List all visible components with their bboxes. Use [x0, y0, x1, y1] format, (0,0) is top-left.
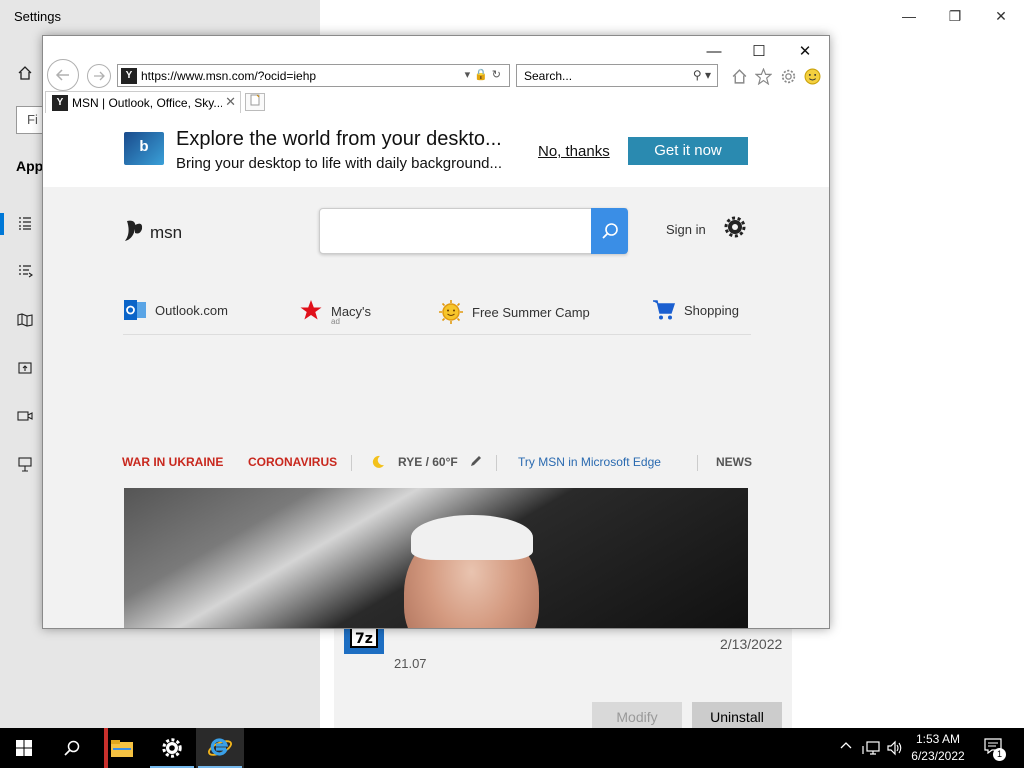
internet-explorer-icon: [208, 738, 232, 756]
banner-title: Explore the world from your deskto...: [176, 128, 502, 150]
nav-war-in-ukraine[interactable]: WAR IN UKRAINE: [122, 455, 223, 469]
show-hidden-icons[interactable]: [840, 740, 852, 755]
ie-browser-window: — ☐ ✕ Y https://www.msn.com/?ocid=iehp ▾…: [42, 35, 830, 629]
windows-logo-icon: [16, 740, 32, 756]
tab-title: MSN | Outlook, Office, Sky...: [72, 96, 222, 110]
edit-pencil-icon[interactable]: [469, 455, 483, 471]
settings-taskbar-button[interactable]: [148, 728, 196, 768]
gear-icon: [162, 738, 182, 758]
default-apps-icon[interactable]: [15, 261, 35, 281]
msn-favicon-icon: Y: [121, 68, 137, 84]
msn-search-input[interactable]: [319, 208, 627, 254]
quick-link-shopping[interactable]: Shopping: [652, 299, 739, 321]
msn-logo[interactable]: msn: [123, 217, 182, 249]
red-marker: [104, 728, 108, 768]
folder-icon: [111, 740, 133, 757]
quick-link-label: Outlook.com: [155, 302, 228, 318]
clock-time: 1:53 AM: [915, 732, 961, 746]
msn-page: msn Sign in Outlook.com Macy's ad Free S…: [43, 187, 829, 628]
settings-gear-icon[interactable]: [724, 216, 746, 244]
notification-count-badge: 1: [993, 748, 1006, 761]
search-icon: [64, 740, 80, 756]
tools-gear-icon[interactable]: [778, 66, 798, 86]
video-playback-icon[interactable]: [15, 406, 35, 426]
volume-icon[interactable]: [886, 740, 904, 759]
search-icon: [601, 223, 618, 239]
internet-explorer-button[interactable]: [196, 728, 244, 768]
hero-news-image[interactable]: [124, 488, 748, 628]
macys-star-icon: [300, 300, 322, 320]
outlook-icon: [124, 300, 146, 320]
no-thanks-link[interactable]: No, thanks: [538, 143, 610, 160]
settings-maximize-button[interactable]: ❐: [945, 6, 965, 26]
address-url[interactable]: https://www.msn.com/?ocid=iehp: [141, 69, 316, 83]
nav-selection-indicator: [0, 213, 4, 235]
moon-icon: [370, 455, 386, 471]
quick-links-divider: [123, 334, 751, 335]
bing-logo: b: [124, 132, 164, 165]
forward-arrow-icon: [94, 71, 105, 81]
startup-icon[interactable]: [15, 454, 35, 474]
network-icon[interactable]: [862, 740, 880, 759]
tab-msn[interactable]: Y MSN | Outlook, Office, Sky... ✕: [45, 91, 241, 113]
taskbar-clock[interactable]: 1:53 AM 6/23/2022: [906, 731, 970, 765]
nav-separator: [496, 455, 497, 471]
start-button[interactable]: [0, 728, 48, 768]
app-install-date: 2/13/2022: [720, 636, 783, 652]
settings-title: Settings: [14, 9, 61, 24]
nav-separator: [351, 455, 352, 471]
sun-icon: [439, 300, 463, 324]
nav-coronavirus[interactable]: CORONAVIRUS: [248, 455, 337, 469]
quick-link-summer-camp[interactable]: Free Summer Camp: [438, 299, 590, 325]
7zip-icon-text: 7z: [350, 626, 378, 648]
app-version: 21.07: [394, 656, 427, 671]
file-explorer-button[interactable]: [98, 728, 146, 768]
offline-maps-icon[interactable]: [15, 310, 35, 330]
banner-subtitle: Bring your desktop to life with daily ba…: [176, 155, 503, 172]
tab-close-icon[interactable]: ✕: [225, 94, 236, 110]
apps-for-websites-icon[interactable]: [15, 358, 35, 378]
hero-portrait-hair: [411, 515, 533, 560]
search-input[interactable]: Search...: [524, 69, 572, 83]
quick-link-label: Free Summer Camp: [472, 304, 590, 320]
apps-features-icon[interactable]: [15, 213, 35, 233]
quick-link-label: Shopping: [684, 302, 739, 318]
search-box[interactable]: Search... ⚲ ▾: [516, 64, 718, 87]
cart-icon: [653, 300, 676, 320]
back-button[interactable]: [47, 59, 79, 91]
taskbar: 1:53 AM 6/23/2022 1: [0, 728, 1024, 768]
nav-separator: [697, 455, 698, 471]
msn-favicon-icon: Y: [52, 95, 68, 111]
home-icon[interactable]: [729, 66, 749, 86]
get-it-now-button[interactable]: Get it now: [628, 137, 748, 165]
msn-butterfly-icon: [123, 217, 145, 249]
msn-search-button[interactable]: [591, 208, 628, 254]
home-icon[interactable]: [15, 63, 35, 83]
msn-topic-nav: WAR IN UKRAINE CORONAVIRUS RYE / 60°F Tr…: [122, 455, 752, 471]
back-arrow-icon: [55, 69, 69, 81]
browser-minimize-button[interactable]: —: [699, 40, 729, 62]
settings-close-button[interactable]: ✕: [991, 6, 1011, 26]
wallpaper-banner: b Explore the world from your deskto... …: [43, 113, 829, 187]
new-tab-icon[interactable]: [245, 93, 265, 111]
weather-location[interactable]: RYE / 60°F: [398, 455, 458, 469]
feedback-smiley-icon[interactable]: [802, 66, 822, 86]
address-bar[interactable]: Y https://www.msn.com/?ocid=iehp ▾🔒↻: [117, 64, 510, 87]
browser-maximize-button[interactable]: ☐: [744, 40, 774, 62]
browser-close-button[interactable]: ✕: [790, 40, 820, 62]
search-button[interactable]: [48, 728, 96, 768]
settings-minimize-button[interactable]: —: [899, 6, 919, 26]
ad-label: ad: [331, 317, 340, 326]
apps-heading: App: [16, 158, 44, 174]
nav-news[interactable]: NEWS: [716, 455, 752, 469]
favorites-star-icon[interactable]: [753, 66, 773, 86]
address-tools[interactable]: ▾🔒↻: [465, 68, 505, 81]
msn-logo-text: msn: [150, 223, 183, 242]
try-msn-in-edge-link[interactable]: Try MSN in Microsoft Edge: [518, 455, 661, 469]
forward-button[interactable]: [87, 64, 111, 88]
search-go-icon[interactable]: ⚲ ▾: [693, 68, 711, 82]
sign-in-link[interactable]: Sign in: [666, 222, 706, 237]
clock-date: 6/23/2022: [911, 749, 965, 763]
quick-link-outlook[interactable]: Outlook.com: [123, 299, 228, 321]
